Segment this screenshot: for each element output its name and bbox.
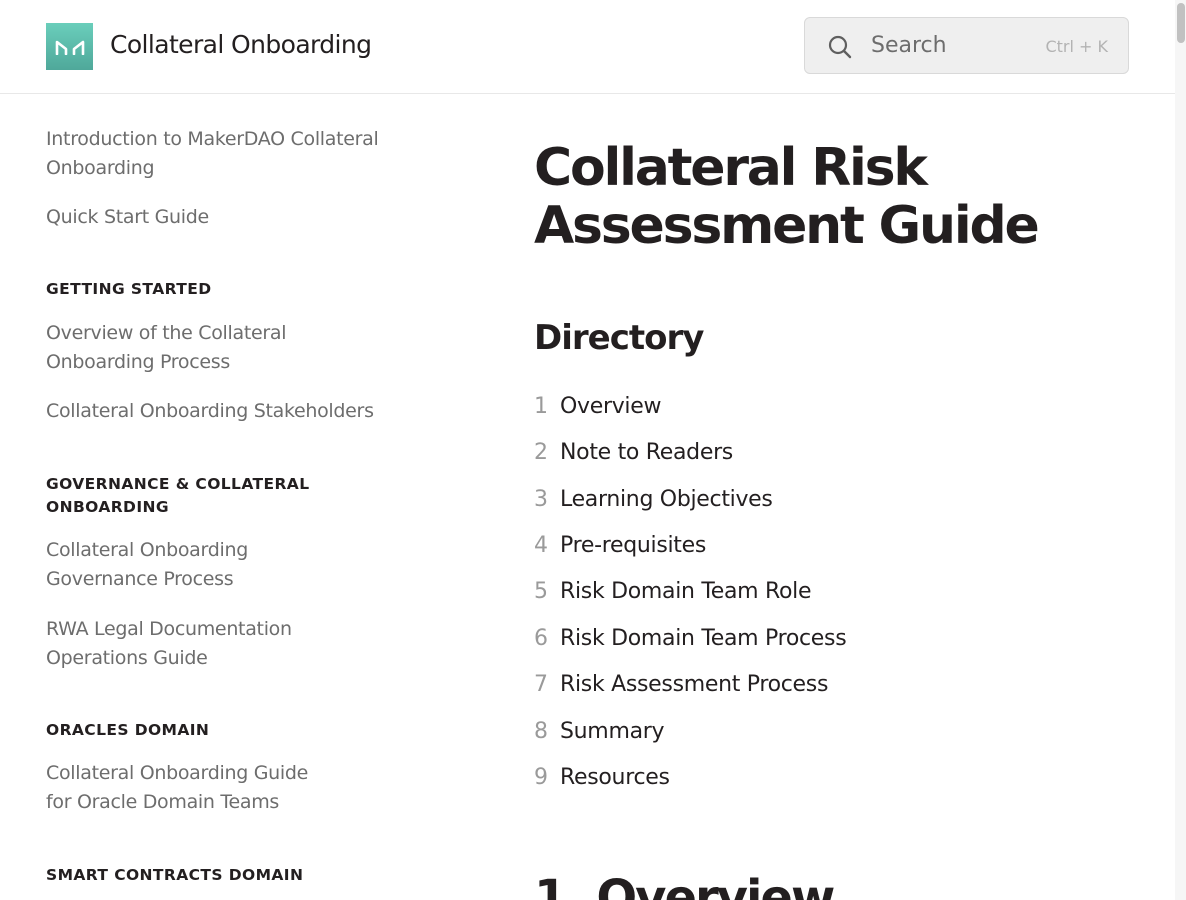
page-scrollbar-thumb[interactable] <box>1177 3 1185 43</box>
sidebar-item-onboarding-stakeholders[interactable]: Collateral Onboarding Stakeholders <box>46 397 396 426</box>
sidebar-nav: Introduction to MakerDAO Collateral Onbo… <box>0 94 420 900</box>
directory-heading: Directory <box>534 318 704 358</box>
directory-item-number: 5 <box>534 579 548 604</box>
directory-item-number: 6 <box>534 626 548 651</box>
directory-item-label[interactable]: Risk Domain Team Role <box>560 579 812 604</box>
directory-item-label[interactable]: Note to Readers <box>560 440 733 465</box>
sidebar-section-smart-contracts: SMART CONTRACTS DOMAIN <box>46 866 304 884</box>
page-scrollbar[interactable] <box>1175 0 1186 900</box>
sidebar-item-governance-process[interactable]: Collateral Onboarding Governance Process <box>46 536 306 594</box>
page-title: Collateral Risk Assessment Guide <box>534 138 1040 256</box>
top-bar: Collateral Onboarding Search Ctrl + K <box>0 0 1175 94</box>
app-title[interactable]: Collateral Onboarding <box>110 30 372 59</box>
directory-item-label[interactable]: Risk Assessment Process <box>560 672 828 697</box>
directory-item-number: 4 <box>534 533 548 558</box>
sidebar-item-oracle-guide[interactable]: Collateral Onboarding Guide for Oracle D… <box>46 759 331 817</box>
sidebar-section-getting-started: GETTING STARTED <box>46 280 212 298</box>
sidebar-item-rwa-legal-docs[interactable]: RWA Legal Documentation Operations Guide <box>46 615 331 673</box>
directory-item-number: 3 <box>534 487 548 512</box>
section-heading-overview: 1. Overview <box>534 870 835 900</box>
directory-item-label[interactable]: Overview <box>560 394 661 419</box>
directory-item-label[interactable]: Summary <box>560 719 665 744</box>
search-placeholder: Search <box>871 33 947 58</box>
directory-item-number: 7 <box>534 672 548 697</box>
directory-item-number: 2 <box>534 440 548 465</box>
directory-item-label[interactable]: Pre-requisites <box>560 533 706 558</box>
sidebar-section-oracles: ORACLES DOMAIN <box>46 721 210 739</box>
directory-item-label[interactable]: Risk Domain Team Process <box>560 626 847 651</box>
directory-item-number: 8 <box>534 719 548 744</box>
sidebar-item-introduction[interactable]: Introduction to MakerDAO Collateral Onbo… <box>46 125 396 183</box>
search-shortcut-hint: Ctrl + K <box>1045 37 1108 56</box>
main-content: Collateral Risk Assessment Guide Directo… <box>534 94 1154 900</box>
directory-item-number: 1 <box>534 394 548 419</box>
sidebar-section-governance: GOVERNANCE & COLLATERAL ONBOARDING <box>46 475 310 516</box>
sidebar-item-quick-start-guide[interactable]: Quick Start Guide <box>46 203 396 232</box>
directory-item-number: 9 <box>534 765 548 790</box>
search-box[interactable]: Search Ctrl + K <box>804 17 1129 74</box>
directory-item-label[interactable]: Learning Objectives <box>560 487 773 512</box>
sidebar-item-onboarding-overview[interactable]: Overview of the Collateral Onboarding Pr… <box>46 319 346 377</box>
search-icon <box>828 35 852 59</box>
directory-item-label[interactable]: Resources <box>560 765 670 790</box>
maker-logo-icon[interactable] <box>46 23 93 70</box>
